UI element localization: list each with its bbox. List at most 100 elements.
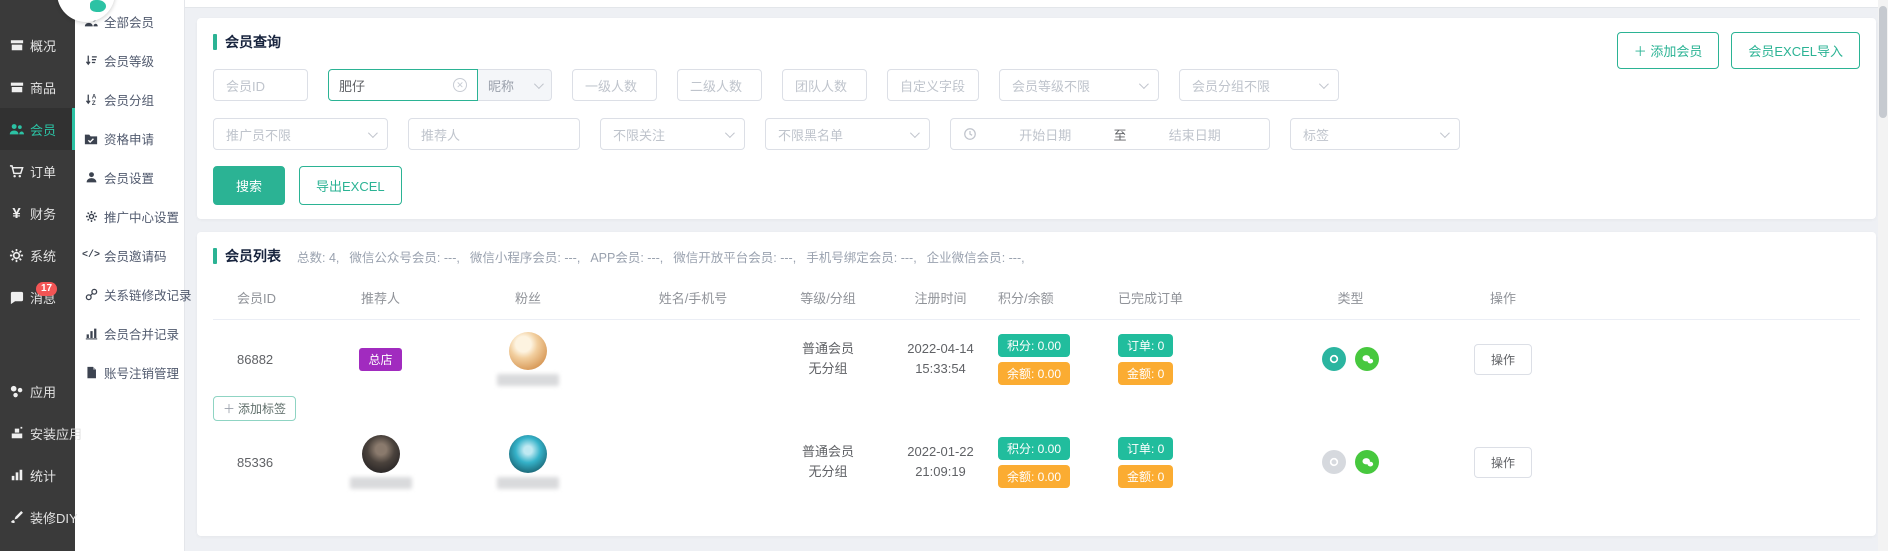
title-accent-bar — [213, 248, 217, 264]
scrollbar-thumb[interactable] — [1879, 6, 1887, 118]
col-level-group: 等级/分组 — [773, 288, 883, 307]
submenu-item-invite-code[interactable]: </> 会员邀请码 — [75, 236, 184, 275]
blacklist-select[interactable]: 不限黑名单 — [765, 118, 930, 150]
members-icon — [9, 122, 24, 137]
sidebar-item-stats[interactable]: 统计 — [0, 454, 75, 496]
referrer-input[interactable]: 推荐人 — [408, 118, 580, 150]
level1-count-input[interactable]: 一级人数 — [572, 69, 657, 101]
stat-open-platform: 微信开放平台会员--- — [673, 247, 796, 266]
member-level-select[interactable]: 会员等级不限 — [999, 69, 1159, 101]
date-separator: 至 — [1114, 125, 1127, 144]
submenu-item-qualification[interactable]: 资格申请 — [75, 119, 184, 158]
orders-cell: 订单: 0 金额: 0 — [1118, 334, 1273, 385]
submenu-item-member-settings[interactable]: 会员设置 — [75, 158, 184, 197]
sidebar-item-overview[interactable]: 概况 — [0, 24, 75, 66]
sidebar-item-apps[interactable]: 应用 — [0, 370, 75, 412]
tag-select[interactable]: 标签 — [1290, 118, 1460, 150]
clear-icon[interactable] — [453, 78, 467, 92]
action-cell: 操作 — [1428, 344, 1578, 375]
excel-import-button[interactable]: 会员EXCEL导入 — [1731, 32, 1860, 69]
promoter-select[interactable]: 推广员不限 — [213, 118, 388, 150]
file-icon — [84, 366, 98, 380]
promoter-value: 推广员不限 — [226, 125, 291, 144]
date-end-input[interactable]: 结束日期 — [1133, 125, 1258, 144]
col-type: 类型 — [1273, 288, 1428, 307]
referrer-cell — [318, 435, 443, 489]
level-group-cell: 普通会员无分组 — [773, 442, 883, 482]
avatar[interactable] — [509, 332, 547, 370]
avatar[interactable] — [509, 435, 547, 473]
filter-row-1: 会员ID 肥仔 昵称 一级人数 二级人数 团队人数 自定义字段 会员等级不 — [213, 69, 1860, 101]
search-button[interactable]: 搜索 — [213, 166, 285, 205]
orders-cell: 订单: 0 金额: 0 — [1118, 437, 1273, 488]
submenu-item-member-groups[interactable]: AZ 会员分组 — [75, 80, 184, 119]
team-count-input[interactable]: 团队人数 — [782, 69, 867, 101]
submenu-item-relation-log[interactable]: 关系链修改记录 — [75, 275, 184, 314]
custom-field-input[interactable]: 自定义字段 — [887, 69, 979, 101]
query-card-title: 会员查询 — [225, 32, 281, 52]
member-group: 无分组 — [802, 359, 854, 379]
col-reg-time: 注册时间 — [883, 288, 998, 307]
submenu-item-merge-log[interactable]: 会员合并记录 — [75, 314, 184, 353]
chat-bubble-icon — [9, 290, 24, 305]
member-level: 普通会员 — [802, 339, 854, 359]
chevron-down-icon — [910, 128, 920, 138]
keyword-input-group: 肥仔 昵称 — [328, 69, 552, 101]
avatar[interactable] — [362, 435, 400, 473]
sidebar-item-label: 统计 — [30, 466, 56, 485]
member-list-card: 会员列表 总数4 微信公众号会员--- 微信小程序会员--- APP会员--- … — [197, 232, 1876, 536]
sidebar-item-label: 财务 — [30, 204, 56, 223]
orders-badge: 订单: 0 — [1118, 437, 1173, 460]
page-scrollbar[interactable] — [1878, 0, 1888, 551]
fans-cell — [443, 332, 613, 386]
sidebar-item-diy[interactable]: 装修DIY — [0, 496, 75, 538]
col-fans: 粉丝 — [443, 288, 613, 307]
export-excel-button[interactable]: 导出EXCEL — [299, 166, 402, 205]
submenu-item-member-levels[interactable]: 会员等级 — [75, 41, 184, 80]
row-action-button[interactable]: 操作 — [1474, 344, 1532, 375]
filter-row-2: 推广员不限 推荐人 不限关注 不限黑名单 开始日期 至 结束日期 — [213, 118, 1860, 150]
member-stats: 总数4 微信公众号会员--- 微信小程序会员--- APP会员--- 微信开放平… — [297, 247, 1035, 266]
add-member-button[interactable]: ＋ 添加会员 — [1617, 32, 1720, 69]
sidebar-item-orders[interactable]: 订单 — [0, 150, 75, 192]
members-submenu: 全部会员 会员等级 AZ 会员分组 资格申请 会员设置 推广中心设置 </> 会… — [75, 0, 185, 551]
chevron-down-icon — [1319, 79, 1329, 89]
follow-select[interactable]: 不限关注 — [600, 118, 745, 150]
referrer-cell: 总店 — [318, 348, 443, 371]
brush-icon — [9, 510, 24, 525]
sidebar-item-system[interactable]: 系统 — [0, 234, 75, 276]
reg-date: 2022-01-22 — [907, 442, 974, 462]
submenu-item-account-cancel[interactable]: 账号注销管理 — [75, 353, 184, 392]
member-group: 无分组 — [802, 462, 854, 482]
member-id: 86882 — [213, 352, 318, 367]
keyword-type-select[interactable]: 昵称 — [478, 69, 552, 101]
member-id-input[interactable]: 会员ID — [213, 69, 308, 101]
sidebar-item-finance[interactable]: ¥ 财务 — [0, 192, 75, 234]
sidebar-item-messages[interactable]: 消息 17 — [0, 276, 75, 318]
fans-cell — [443, 435, 613, 489]
keyword-input[interactable]: 肥仔 — [328, 69, 478, 101]
member-group-select[interactable]: 会员分组不限 — [1179, 69, 1339, 101]
add-tag-button[interactable]: ＋添加标签 — [213, 396, 296, 421]
submenu-item-promo-center-settings[interactable]: 推广中心设置 — [75, 197, 184, 236]
date-range-picker[interactable]: 开始日期 至 结束日期 — [950, 118, 1270, 150]
add-tag-row: ＋添加标签 — [213, 396, 1860, 421]
install-app-icon — [9, 426, 24, 441]
sort-az-icon: AZ — [84, 93, 98, 107]
follow-value: 不限关注 — [613, 125, 665, 144]
sidebar-item-members[interactable]: 会员 — [0, 108, 75, 150]
col-completed-orders: 已完成订单 — [1118, 288, 1273, 307]
referrer-badge: 总店 — [359, 348, 401, 371]
sidebar-item-label: 会员 — [30, 120, 56, 139]
chart-icon — [84, 327, 98, 341]
date-start-input[interactable]: 开始日期 — [983, 125, 1108, 144]
sidebar-item-install-apps[interactable]: 安装应用 — [0, 412, 75, 454]
type-cell — [1273, 347, 1428, 371]
submenu-item-label: 关系链修改记录 — [104, 285, 192, 304]
row-action-button[interactable]: 操作 — [1474, 447, 1532, 478]
sidebar-item-goods[interactable]: 商品 — [0, 66, 75, 108]
stat-total: 总数4 — [297, 247, 339, 266]
bar-chart-icon — [9, 468, 24, 483]
chevron-down-icon — [1440, 128, 1450, 138]
level2-count-input[interactable]: 二级人数 — [677, 69, 762, 101]
